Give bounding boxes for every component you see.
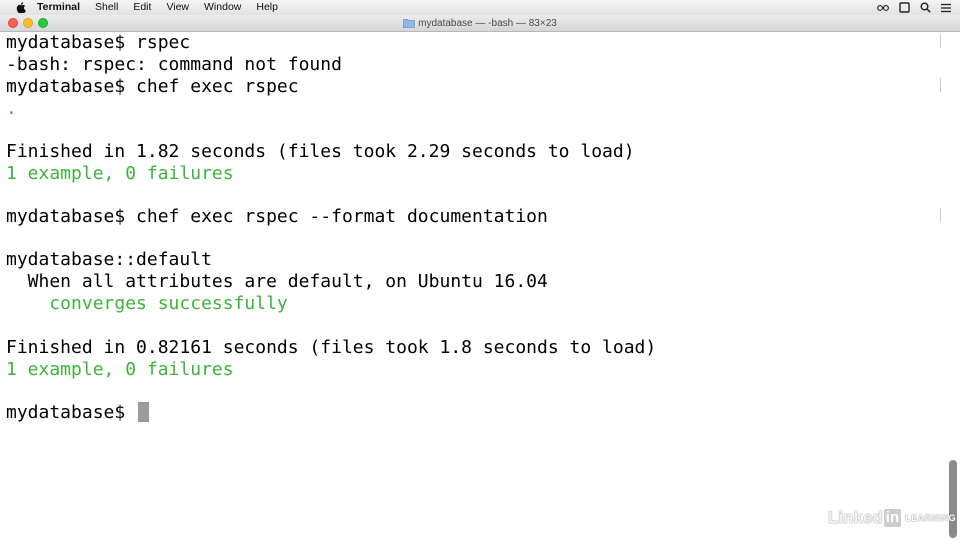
search-icon[interactable] xyxy=(919,2,931,14)
terminal-line: 1 example, 0 failures xyxy=(6,359,234,380)
screen-icon[interactable] xyxy=(898,2,910,14)
menu-help[interactable]: Help xyxy=(256,0,278,15)
terminal-line: mydatabase$ chef exec rspec xyxy=(6,76,299,97)
menu-shell[interactable]: Shell xyxy=(95,0,118,15)
terminal-line: When all attributes are default, on Ubun… xyxy=(6,271,548,292)
terminal-prompt-line: mydatabase$ xyxy=(6,402,150,423)
terminal-prompt: mydatabase$ xyxy=(6,402,137,423)
window-title-text: mydatabase — -bash — 83×23 xyxy=(418,17,557,29)
menu-window[interactable]: Window xyxy=(204,0,241,15)
logo-text: Linked xyxy=(828,508,883,527)
menu-extras xyxy=(877,0,952,15)
command-mark xyxy=(940,208,941,222)
terminal-line: Finished in 1.82 seconds (files took 2.2… xyxy=(6,141,635,162)
terminal-line: Finished in 0.82161 seconds (files took … xyxy=(6,337,657,358)
terminal-line: mydatabase::default xyxy=(6,249,212,270)
terminal-line: . xyxy=(6,98,17,119)
logo-subtext: LEARNING xyxy=(905,513,957,523)
terminal-line: mydatabase$ rspec xyxy=(6,32,191,53)
command-mark xyxy=(940,78,941,92)
menu-terminal[interactable]: Terminal xyxy=(37,0,80,15)
terminal-line: 1 example, 0 failures xyxy=(6,163,234,184)
window-titlebar: mydatabase — -bash — 83×23 xyxy=(0,15,960,32)
command-mark xyxy=(940,34,941,48)
terminal-line: converges successfully xyxy=(6,293,288,314)
glasses-icon[interactable] xyxy=(877,2,889,14)
text-cursor xyxy=(138,402,150,422)
terminal-line: mydatabase$ chef exec rspec --format doc… xyxy=(6,206,548,227)
linkedin-learning-logo: Linked in LEARNING xyxy=(828,508,956,528)
terminal-line: -bash: rspec: command not found xyxy=(6,54,342,75)
menu-view[interactable]: View xyxy=(166,0,189,15)
list-icon[interactable] xyxy=(940,2,952,14)
apple-icon[interactable] xyxy=(15,2,26,13)
folder-icon xyxy=(403,18,416,28)
logo-box: in xyxy=(883,509,902,527)
menu-edit[interactable]: Edit xyxy=(133,0,151,15)
window-title: mydatabase — -bash — 83×23 xyxy=(0,15,960,31)
terminal-content[interactable]: mydatabase$ rspec -bash: rspec: command … xyxy=(0,32,960,540)
menu-bar: Terminal Shell Edit View Window Help xyxy=(0,0,960,15)
